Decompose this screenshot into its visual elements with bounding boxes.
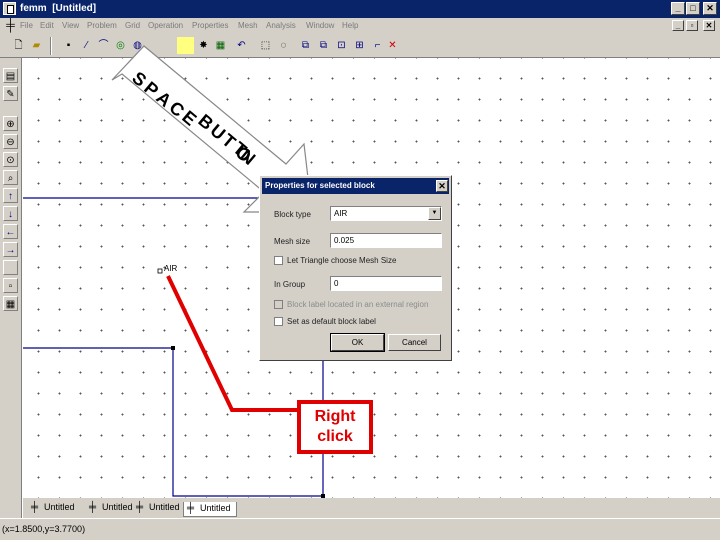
menu-edit[interactable]: Edit bbox=[40, 21, 54, 30]
tab-untitled-1[interactable]: Untitled bbox=[28, 501, 75, 515]
ok-button[interactable]: OK bbox=[330, 333, 385, 352]
title-bar: femm [Untitled] _ □ ✕ bbox=[0, 0, 720, 18]
auto-mesh-checkbox[interactable] bbox=[274, 256, 283, 265]
dialog-close-button[interactable]: ✕ bbox=[436, 180, 448, 192]
node-mode-icon[interactable]: ▪ bbox=[60, 37, 77, 54]
block-type-select[interactable]: AIR ▼ bbox=[330, 206, 442, 221]
zoom-out-icon[interactable]: ⊖ bbox=[3, 134, 18, 149]
view-toolbar: ▤ ✎ ⊕ ⊖ ⊙ ⌕ ↑ ↓ ← → ▫ ▦ bbox=[0, 58, 22, 518]
connector-line bbox=[166, 275, 300, 412]
in-group-input[interactable]: 0 bbox=[330, 276, 442, 291]
pan-down-icon[interactable]: ↓ bbox=[3, 206, 18, 221]
chevron-down-icon[interactable]: ▼ bbox=[428, 207, 441, 220]
in-group-value: 0 bbox=[334, 279, 339, 288]
show-grid-icon[interactable]: ▦ bbox=[3, 296, 18, 311]
properties-icon[interactable]: ▤ bbox=[3, 68, 18, 83]
menu-analysis[interactable]: Analysis bbox=[266, 21, 296, 30]
callout-connector bbox=[166, 275, 300, 412]
auto-mesh-label: Let Triangle choose Mesh Size bbox=[287, 256, 397, 265]
edit-properties-icon[interactable]: ✎ bbox=[3, 86, 18, 101]
window-title: femm [Untitled] bbox=[20, 3, 97, 14]
menu-file[interactable]: File bbox=[20, 21, 33, 30]
tab-untitled-4[interactable]: Untitled bbox=[183, 502, 237, 517]
pan-left-icon[interactable]: ← bbox=[3, 224, 18, 239]
menu-mesh[interactable]: Mesh bbox=[238, 21, 258, 30]
callout-line-1: Right bbox=[314, 408, 356, 425]
menu-operation[interactable]: Operation bbox=[148, 21, 183, 30]
app-icon[interactable] bbox=[3, 2, 16, 15]
mdi-close-button[interactable]: ✕ bbox=[703, 20, 715, 31]
toolbar-separator bbox=[50, 37, 52, 55]
zoom-natural-icon[interactable]: ⊙ bbox=[3, 152, 18, 167]
close-button[interactable]: ✕ bbox=[703, 2, 717, 15]
mesh-size-value: 0.025 bbox=[334, 236, 355, 245]
cancel-button[interactable]: Cancel bbox=[388, 334, 441, 351]
zoom-in-icon[interactable]: ⊕ bbox=[3, 116, 18, 131]
tab-untitled-2[interactable]: Untitled bbox=[86, 501, 133, 515]
block-type-label: Block type bbox=[274, 210, 311, 219]
menu-grid[interactable]: Grid bbox=[125, 21, 140, 30]
new-file-icon[interactable]: 🗋 bbox=[10, 37, 27, 54]
menu-bar: ╪ File Edit View Problem Grid Operation … bbox=[0, 18, 720, 34]
maximize-button[interactable]: □ bbox=[686, 2, 700, 15]
snap-grid-icon[interactable]: ▫ bbox=[3, 278, 18, 293]
delete-icon[interactable]: ✕ bbox=[384, 37, 401, 54]
coordinate-readout: (x=1.8500,y=3.7700) bbox=[2, 524, 86, 534]
mesh-size-label: Mesh size bbox=[274, 237, 311, 246]
zoom-window-icon[interactable]: ⌕ bbox=[3, 170, 18, 185]
document-icon[interactable]: ╪ bbox=[4, 19, 17, 32]
pan-right-icon[interactable]: → bbox=[3, 242, 18, 257]
minimize-button[interactable]: _ bbox=[671, 2, 685, 15]
block-type-value: AIR bbox=[334, 209, 348, 218]
mdi-restore-button[interactable]: ▫ bbox=[686, 20, 698, 31]
document-tabs: Untitled Untitled Untitled Untitled bbox=[23, 498, 720, 518]
pan-up-icon[interactable]: ↑ bbox=[3, 188, 18, 203]
menu-help[interactable]: Help bbox=[342, 21, 358, 30]
menu-problem[interactable]: Problem bbox=[87, 21, 117, 30]
blank-icon[interactable] bbox=[3, 260, 18, 275]
open-folder-icon[interactable]: ▰ bbox=[28, 37, 45, 54]
tab-untitled-3[interactable]: Untitled bbox=[133, 501, 180, 515]
dialog-title: Properties for selected block bbox=[262, 178, 449, 194]
menu-properties[interactable]: Properties bbox=[192, 21, 228, 30]
menu-window[interactable]: Window bbox=[306, 21, 334, 30]
mesh-size-input[interactable]: 0.025 bbox=[330, 233, 442, 248]
callout-line-2: click bbox=[317, 428, 353, 445]
segment-mode-icon[interactable]: ⁄ bbox=[78, 37, 95, 54]
status-bar: (x=1.8500,y=3.7700) bbox=[0, 518, 720, 540]
right-click-callout: Right click bbox=[297, 400, 373, 454]
menu-view[interactable]: View bbox=[62, 21, 79, 30]
scale-icon[interactable]: ⊡ bbox=[333, 37, 350, 54]
mirror-icon[interactable]: ⊞ bbox=[351, 37, 368, 54]
mdi-minimize-button[interactable]: _ bbox=[672, 20, 684, 31]
